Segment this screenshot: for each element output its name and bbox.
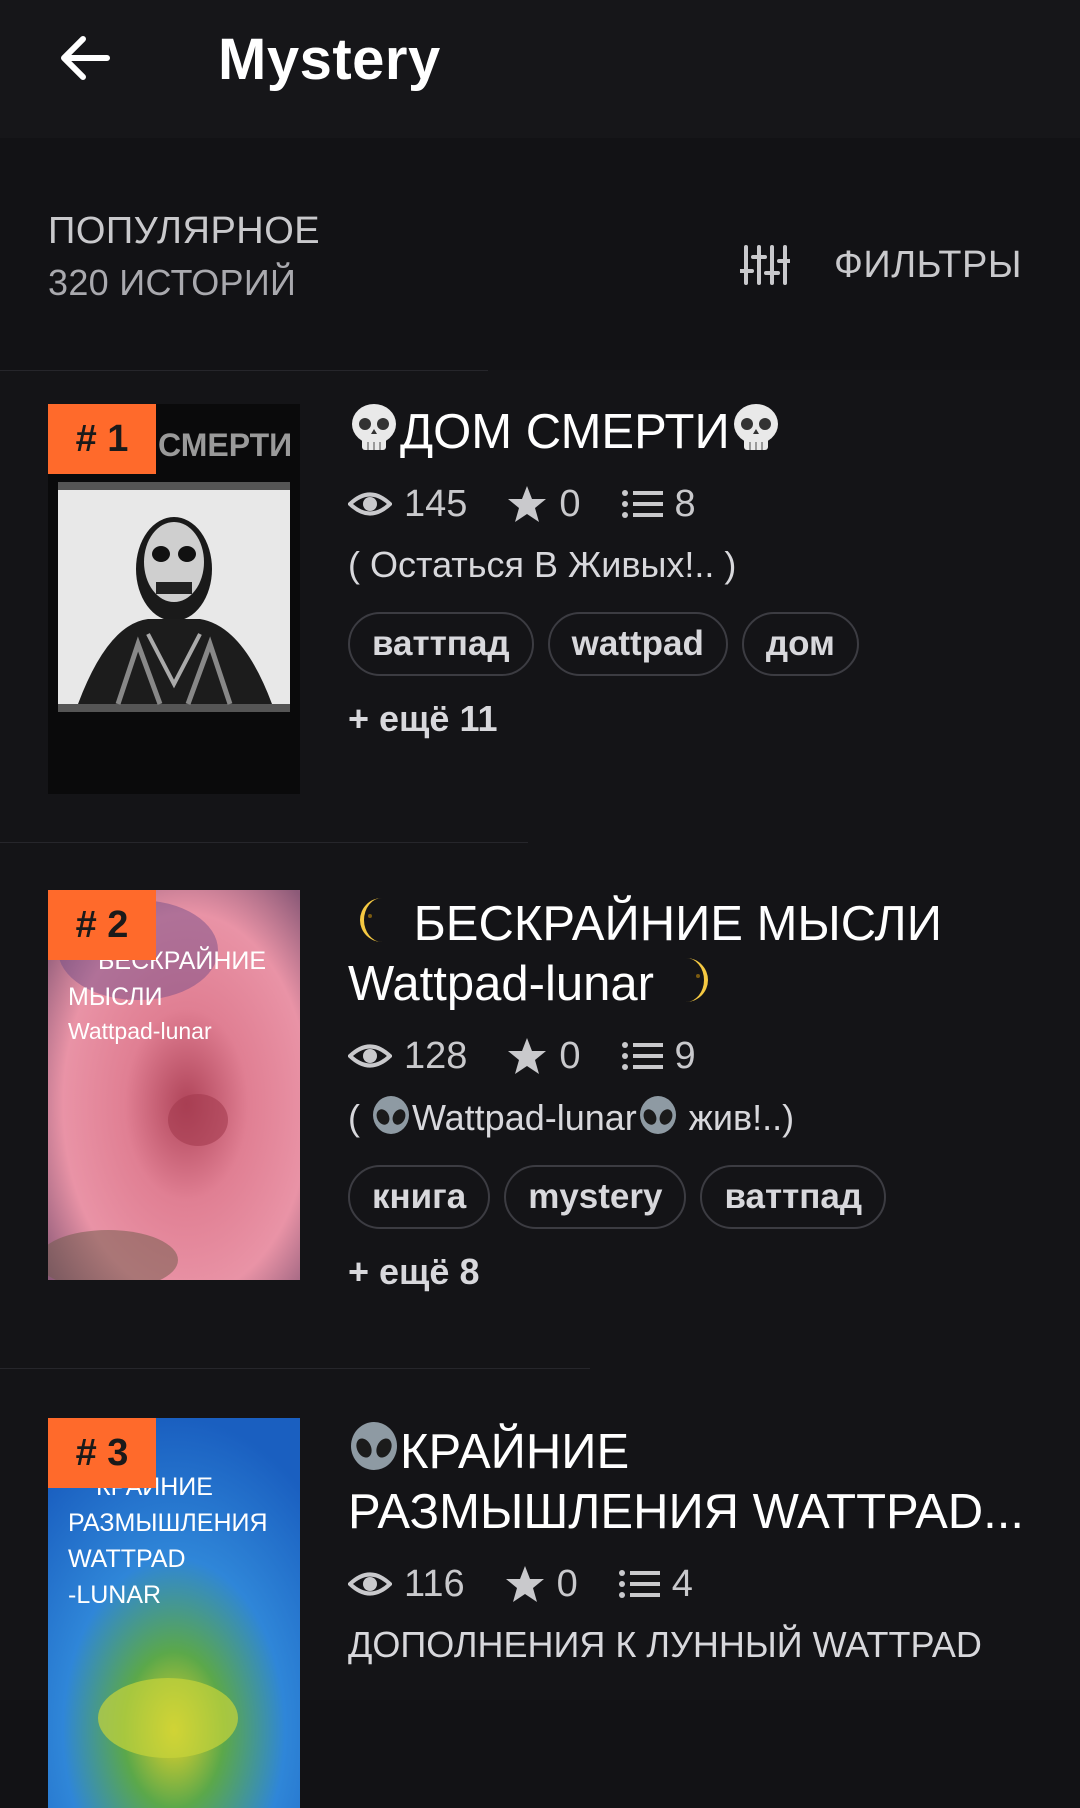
votes-stat: 0 (507, 482, 581, 526)
eye-icon (348, 1044, 392, 1068)
description-text: Wattpad-lunar (412, 1097, 637, 1138)
parts-count: 4 (671, 1562, 693, 1605)
crescent-moon-emoji-icon (360, 898, 382, 942)
parts-count: 8 (674, 482, 696, 525)
list-header: ПОПУЛЯРНОЕ 320 ИСТОРИЙ ФИЛЬТРЫ (0, 138, 1080, 370)
votes-count: 0 (559, 482, 581, 525)
cover-title: СМЕРТИ (158, 427, 293, 463)
story-title[interactable]: БЕСКРАЙНИЕ МЫСЛИ Wattpad-lunar (348, 894, 1048, 1014)
story-stats: 128 0 9 (348, 1026, 1048, 1086)
story-title-line2: РАЗМЫШЛЕНИЯ WATTPAD... (348, 1485, 1024, 1539)
star-icon (508, 1038, 547, 1074)
alien-emoji-icon (373, 1096, 409, 1134)
skull-emoji-icon (733, 404, 778, 450)
story-description: ( Wattpad-lunar жив!..) (348, 1096, 1048, 1139)
story-title-line1: БЕСКРАЙНИЕ МЫСЛИ (413, 897, 942, 951)
cover-title-line2: РАЗМЫШЛЕНИЯ (68, 1509, 268, 1537)
tag-chip[interactable]: дом (741, 612, 859, 676)
story-cover[interactable]: СМЕРТИ # 1 (48, 404, 300, 794)
story-item-3[interactable]: КРАЙНИЕ РАЗМЫШЛЕНИЯ WATTPAD -LUNAR # 3 К… (0, 1368, 1080, 1808)
story-description: ДОПОЛНЕНИЯ К ЛУННЫЙ WATTPAD (348, 1624, 982, 1665)
views-stat: 116 (348, 1563, 465, 1606)
parts-count: 9 (674, 1034, 696, 1077)
story-title[interactable]: ДОМ СМЕРТИ (348, 402, 1048, 462)
rank-badge: # 3 (48, 1418, 156, 1488)
sliders-icon (740, 245, 790, 285)
tag-list: ваттпад wattpad дом (348, 612, 1048, 676)
star-icon (505, 1566, 544, 1602)
story-title-line1: КРАЙНИЕ (400, 1425, 630, 1479)
story-title-line2: Wattpad-lunar (348, 957, 654, 1011)
crescent-moon-emoji-icon (685, 958, 708, 1002)
story-description: ( Остаться В Живых!.. ) (348, 544, 737, 585)
story-item-2[interactable]: БЕСКРАЙНИЕ МЫСЛИ Wattpad-lunar # 2 БЕСКР… (0, 842, 1080, 1368)
description-text: ( (348, 1097, 370, 1138)
more-tags-link[interactable]: + ещё 8 (348, 1251, 1048, 1293)
cover-title-line3: WATTPAD (68, 1545, 186, 1573)
arrow-left-icon (61, 36, 110, 80)
alien-emoji-icon (351, 1422, 397, 1470)
tag-chip[interactable]: ваттпад (348, 612, 534, 676)
views-stat: 128 (348, 1035, 467, 1078)
votes-count: 0 (559, 1034, 581, 1077)
votes-count: 0 (556, 1562, 578, 1605)
list-icon (621, 490, 663, 518)
eye-icon (348, 1572, 392, 1596)
tag-chip[interactable]: mystery (504, 1165, 687, 1229)
rank-badge: # 2 (48, 890, 156, 960)
more-tags-link[interactable]: + ещё 11 (348, 698, 1048, 740)
cover-title-line2: МЫСЛИ (68, 983, 163, 1011)
parts-stat: 8 (621, 483, 696, 526)
views-count: 145 (404, 482, 468, 525)
eye-icon (348, 492, 392, 516)
story-stats: 145 0 8 (348, 474, 1048, 534)
filters-label: ФИЛЬТРЫ (834, 243, 1022, 286)
tag-list: книга mystery ваттпад (348, 1165, 1048, 1229)
top-app-bar: Mystery (0, 0, 1080, 138)
tag-chip[interactable]: ваттпад (700, 1165, 887, 1229)
views-stat: 145 (348, 483, 467, 526)
parts-stat: 9 (621, 1035, 696, 1078)
tag-chip[interactable]: книга (348, 1165, 491, 1229)
back-button[interactable] (48, 22, 120, 94)
votes-stat: 0 (505, 1563, 578, 1606)
filters-button[interactable]: ФИЛЬТРЫ (740, 230, 1040, 300)
tag-chip[interactable]: wattpad (547, 612, 728, 676)
story-cover[interactable]: КРАЙНИЕ РАЗМЫШЛЕНИЯ WATTPAD -LUNAR # 3 (48, 1418, 300, 1808)
skull-emoji-icon (352, 404, 396, 450)
list-icon (621, 1042, 663, 1070)
list-icon (618, 1570, 660, 1598)
alien-emoji-icon (639, 1096, 676, 1134)
star-icon (508, 486, 547, 522)
story-item-1[interactable]: СМЕРТИ # 1 ДОМ СМЕРТИ 145 0 8 (Остаться… (0, 370, 1080, 842)
rank-badge: # 1 (48, 404, 156, 474)
description-text: жив!..) (678, 1097, 795, 1138)
story-title-text: ДОМ СМЕРТИ (400, 405, 730, 459)
sort-label[interactable]: ПОПУЛЯРНОЕ (48, 210, 320, 253)
cover-title-line4: -LUNAR (68, 1581, 162, 1609)
parts-stat: 4 (618, 1563, 693, 1606)
votes-stat: 0 (507, 1034, 581, 1078)
story-stats: 116 0 4 (348, 1554, 1048, 1614)
cover-title-line3: Wattpad-lunar (68, 1018, 212, 1044)
story-count: 320 ИСТОРИЙ (48, 262, 297, 303)
views-count: 128 (404, 1034, 468, 1077)
story-title[interactable]: КРАЙНИЕ РАЗМЫШЛЕНИЯ WATTPAD... (348, 1422, 1048, 1542)
page-title: Mystery (218, 27, 441, 92)
story-cover[interactable]: БЕСКРАЙНИЕ МЫСЛИ Wattpad-lunar # 2 (48, 890, 300, 1280)
views-count: 116 (404, 1562, 465, 1605)
